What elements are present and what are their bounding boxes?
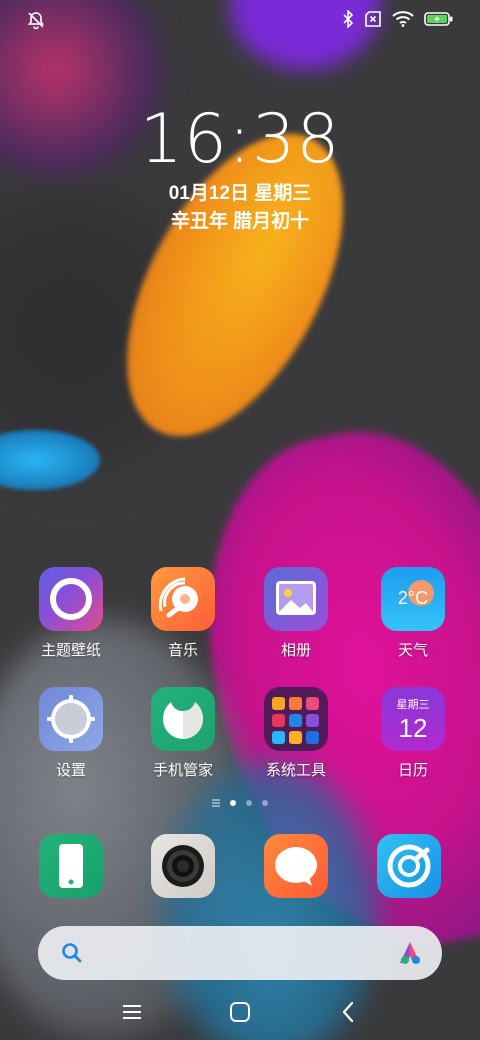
bell-off-icon xyxy=(27,12,45,30)
app-label: 系统工具 xyxy=(265,762,326,779)
music-icon xyxy=(151,567,215,631)
no-sim-icon xyxy=(365,11,381,27)
weather-temperature: 2°C xyxy=(397,588,429,608)
app-label: 设置 xyxy=(55,762,86,779)
bluetooth-icon xyxy=(343,10,354,28)
weather-icon: 2°C xyxy=(381,567,445,631)
page-indicator-menu xyxy=(212,802,220,804)
dock-camera[interactable] xyxy=(135,834,231,898)
app-label: 音乐 xyxy=(167,642,198,659)
security-icon xyxy=(151,687,215,751)
app-security[interactable]: 手机管家 xyxy=(135,687,231,780)
page-dot xyxy=(246,800,252,806)
assistant-icon[interactable] xyxy=(396,939,424,967)
clock-lunar-date: 辛丑年 腊月初十 xyxy=(170,211,310,232)
menu-icon[interactable] xyxy=(122,1002,142,1022)
app-gallery[interactable]: 相册 xyxy=(248,567,344,660)
calendar-day: 12 xyxy=(398,713,428,743)
search-bar[interactable] xyxy=(38,926,442,980)
app-folder-system-tools[interactable]: 系统工具 xyxy=(248,687,344,780)
app-themes[interactable]: 主题壁纸 xyxy=(23,567,119,660)
app-label: 日历 xyxy=(397,762,428,779)
dock-messages[interactable] xyxy=(248,834,344,898)
app-music[interactable]: 音乐 xyxy=(135,567,231,660)
calendar-icon: 星期三 12 xyxy=(381,687,445,751)
battery-charging-icon xyxy=(424,12,453,26)
page-dot-active xyxy=(230,800,236,806)
home-screen: 16:38 01月12日 星期三 辛丑年 腊月初十 主题壁纸 音乐 相册 2°C… xyxy=(0,0,480,1040)
camera-icon xyxy=(151,834,215,898)
app-weather[interactable]: 2°C 天气 xyxy=(365,567,461,660)
folder-icon xyxy=(264,687,328,751)
settings-icon xyxy=(39,687,103,751)
messages-icon xyxy=(264,834,328,898)
app-label: 手机管家 xyxy=(152,762,213,779)
app-label: 天气 xyxy=(397,642,428,659)
page-indicator[interactable] xyxy=(0,800,480,806)
app-settings[interactable]: 设置 xyxy=(23,687,119,780)
app-label: 相册 xyxy=(280,642,311,659)
page-dot xyxy=(262,800,268,806)
status-bar xyxy=(0,0,480,40)
dock-browser[interactable] xyxy=(361,834,457,898)
home-icon[interactable] xyxy=(229,1001,251,1023)
search-icon xyxy=(62,943,82,963)
calendar-weekday: 星期三 xyxy=(396,699,430,711)
clock-time: 16:38 xyxy=(139,100,341,179)
navigation-bar xyxy=(0,990,480,1040)
clock-widget[interactable]: 16:38 01月12日 星期三 辛丑年 腊月初十 xyxy=(0,100,480,236)
dock-phone[interactable] xyxy=(23,834,119,898)
themes-icon xyxy=(39,567,103,631)
app-calendar[interactable]: 星期三 12 日历 xyxy=(365,687,461,780)
phone-icon xyxy=(39,834,103,898)
clock-date: 01月12日 星期三 xyxy=(168,183,312,204)
back-icon[interactable] xyxy=(340,1001,356,1023)
gallery-icon xyxy=(264,567,328,631)
browser-icon xyxy=(377,834,441,898)
wifi-icon xyxy=(392,11,414,27)
app-label: 主题壁纸 xyxy=(40,642,101,659)
